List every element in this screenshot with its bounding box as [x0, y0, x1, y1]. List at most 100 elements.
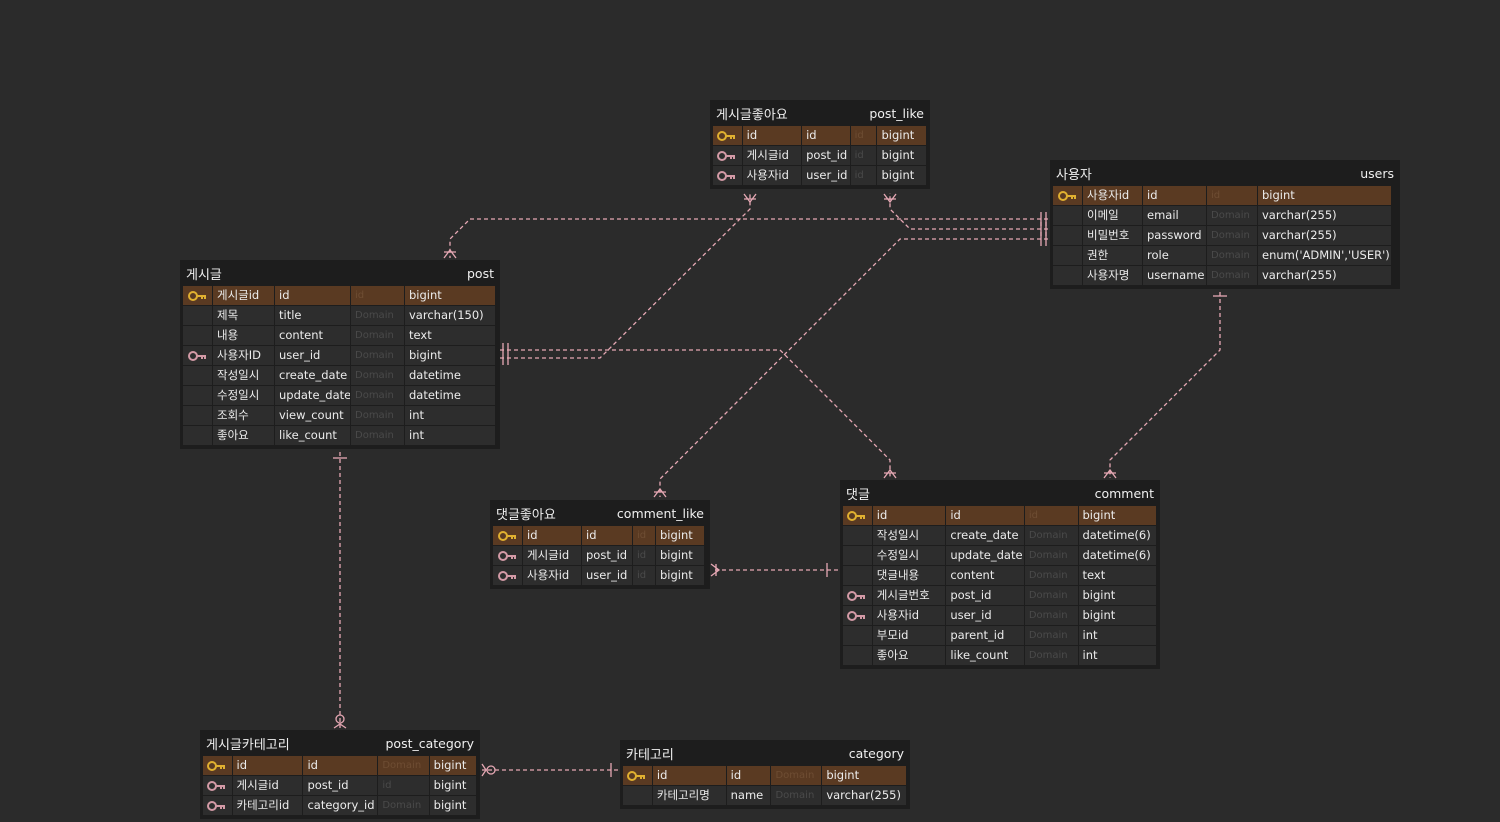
column-type: bigint	[1078, 586, 1156, 605]
key-icon	[1057, 190, 1076, 201]
table-category[interactable]: 카테고리 category id id Domain bigint 카테고리명 name Dom…	[620, 740, 910, 809]
key-cell	[183, 366, 212, 385]
column-row[interactable]: 제목 title Domain varchar(150)	[183, 306, 497, 326]
column-row[interactable]: 사용자id user_id Domain bigint	[843, 606, 1157, 626]
logical-name: 사용자	[1056, 167, 1092, 183]
column-row[interactable]: 권한 role Domain enum('ADMIN','USER')	[1053, 246, 1397, 266]
column-row[interactable]: 댓글내용 content Domain text	[843, 566, 1157, 586]
column-logical: id	[523, 526, 581, 545]
column-row[interactable]: 게시글번호 post_id Domain bigint	[843, 586, 1157, 606]
column-domain: Domain	[351, 386, 404, 405]
logical-name: 카테고리	[626, 747, 674, 763]
key-cell	[843, 546, 872, 565]
column-type: int	[1078, 646, 1156, 665]
physical-name: comment	[1094, 485, 1154, 501]
column-logical: id	[742, 126, 802, 145]
table-comment[interactable]: 댓글 comment id id id bigint 작성일시 create_date Doma…	[840, 480, 1160, 669]
table-post_like[interactable]: 게시글좋아요 post_like id id id bigint 게시글id post_id i…	[710, 100, 930, 189]
column-row[interactable]: id id Domain bigint	[203, 756, 477, 776]
column-type: bigint	[1258, 186, 1391, 205]
column-row[interactable]: 비밀번호 password Domain varchar(255)	[1053, 226, 1397, 246]
column-logical: 게시글id	[523, 546, 581, 565]
table-post_category[interactable]: 게시글카테고리 post_category id id Domain bigint 게시글i…	[200, 730, 480, 819]
column-physical: id	[946, 506, 1024, 525]
column-row[interactable]: id id Domain bigint	[623, 766, 907, 786]
column-row[interactable]: 작성일시 create_date Domain datetime(6)	[843, 526, 1157, 546]
column-physical: user_id	[802, 166, 850, 185]
column-row[interactable]: 좋아요 like_count Domain int	[843, 646, 1157, 666]
column-type: varchar(255)	[1258, 226, 1391, 245]
column-row[interactable]: id id id bigint	[713, 126, 927, 146]
key-cell	[183, 386, 212, 405]
column-physical: category_id	[303, 796, 378, 815]
column-physical: name	[726, 786, 771, 805]
column-row[interactable]: 게시글id post_id id bigint	[493, 546, 707, 566]
foreign-key-icon	[207, 800, 226, 811]
column-logical: 조회수	[213, 406, 274, 425]
logical-name: 댓글	[846, 487, 870, 503]
column-row[interactable]: 부모id parent_id Domain int	[843, 626, 1157, 646]
key-cell	[183, 346, 212, 365]
column-row[interactable]: 카테고리명 name Domain varchar(255)	[623, 786, 907, 806]
column-physical: id	[802, 126, 850, 145]
physical-name: comment_like	[616, 505, 704, 521]
column-physical: post_id	[582, 546, 632, 565]
column-type: bigint	[429, 796, 476, 815]
table-header: 카테고리 category	[623, 740, 907, 766]
key-cell	[843, 646, 872, 665]
column-domain: id	[351, 286, 404, 305]
column-logical: 좋아요	[213, 426, 274, 445]
key-icon	[627, 770, 646, 781]
column-logical: 게시글번호	[872, 586, 946, 605]
key-cell	[1053, 246, 1082, 265]
column-row[interactable]: 게시글id post_id id bigint	[713, 146, 927, 166]
column-physical: user_id	[275, 346, 350, 365]
column-row[interactable]: id id id bigint	[843, 506, 1157, 526]
column-row[interactable]: 수정일시 update_date Domain datetime(6)	[843, 546, 1157, 566]
column-logical: 사용자명	[1083, 266, 1142, 285]
column-domain: Domain	[1024, 566, 1078, 585]
column-row[interactable]: 사용자ID user_id Domain bigint	[183, 346, 497, 366]
column-physical: role	[1143, 246, 1206, 265]
column-physical: parent_id	[946, 626, 1024, 645]
column-domain: Domain	[351, 326, 404, 345]
column-row[interactable]: 작성일시 create_date Domain datetime	[183, 366, 497, 386]
column-row[interactable]: 게시글id id id bigint	[183, 286, 497, 306]
foreign-key-icon	[717, 150, 736, 161]
column-row[interactable]: 조회수 view_count Domain int	[183, 406, 497, 426]
column-logical: 사용자id	[872, 606, 946, 625]
column-type: bigint	[429, 776, 476, 795]
column-row[interactable]: 수정일시 update_date Domain datetime	[183, 386, 497, 406]
column-physical: id	[275, 286, 350, 305]
key-cell	[203, 756, 232, 775]
column-domain: Domain	[1207, 206, 1257, 225]
column-domain: Domain	[378, 756, 429, 775]
key-cell	[203, 776, 232, 795]
column-domain: id	[1024, 506, 1078, 525]
column-row[interactable]: 이메일 email Domain varchar(255)	[1053, 206, 1397, 226]
table-comment_like[interactable]: 댓글좋아요 comment_like id id id bigint 게시글id post_i…	[490, 500, 710, 589]
key-cell	[843, 606, 872, 625]
column-row[interactable]: 사용자명 username Domain varchar(255)	[1053, 266, 1397, 286]
column-domain: Domain	[1207, 266, 1257, 285]
column-physical: update_date	[275, 386, 350, 405]
column-row[interactable]: 사용자id user_id id bigint	[493, 566, 707, 586]
table-users[interactable]: 사용자 users 사용자id id id bigint 이메일 email Domain var…	[1050, 160, 1400, 289]
key-cell	[843, 586, 872, 605]
column-domain: Domain	[351, 306, 404, 325]
column-type: bigint	[877, 166, 926, 185]
column-row[interactable]: 카테고리id category_id Domain bigint	[203, 796, 477, 816]
rel-users-comment	[1109, 292, 1221, 478]
column-logical: 수정일시	[872, 546, 946, 565]
column-row[interactable]: id id id bigint	[493, 526, 707, 546]
column-row[interactable]: 사용자id id id bigint	[1053, 186, 1397, 206]
column-row[interactable]: 사용자id user_id id bigint	[713, 166, 927, 186]
column-domain: id	[633, 546, 655, 565]
column-logical: 사용자id	[1083, 186, 1142, 205]
column-row[interactable]: 내용 content Domain text	[183, 326, 497, 346]
table-header: 댓글좋아요 comment_like	[493, 500, 707, 526]
column-logical: id	[232, 756, 303, 775]
column-row[interactable]: 게시글id post_id id bigint	[203, 776, 477, 796]
table-post[interactable]: 게시글 post 게시글id id id bigint 제목 title Domain varch…	[180, 260, 500, 449]
column-row[interactable]: 좋아요 like_count Domain int	[183, 426, 497, 446]
